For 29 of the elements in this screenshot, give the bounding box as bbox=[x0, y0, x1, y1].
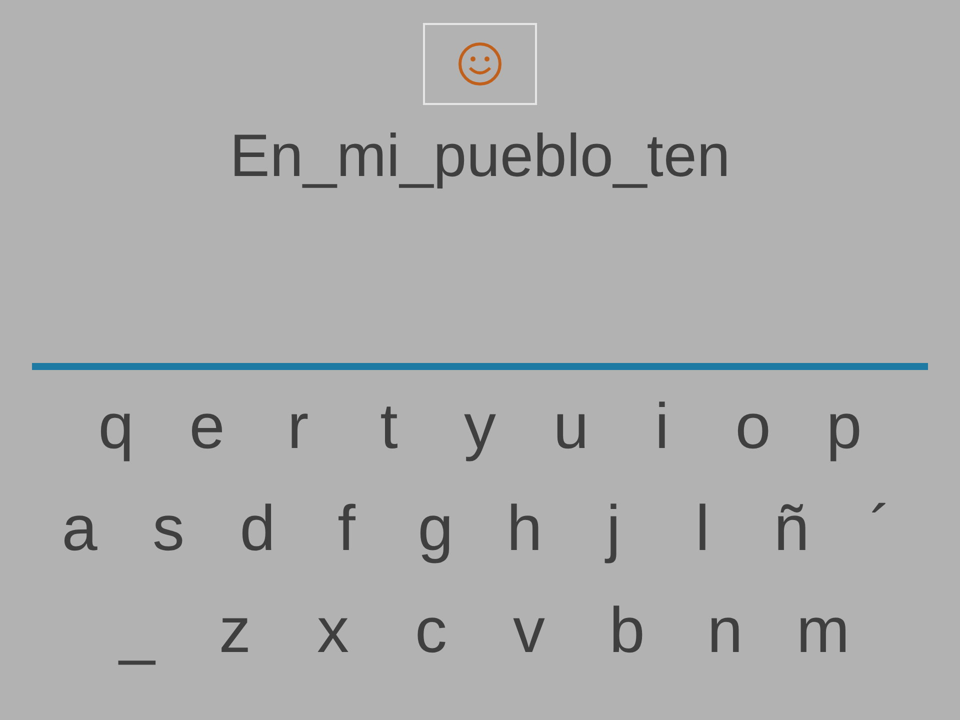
letter-key[interactable]: f bbox=[302, 494, 391, 562]
letter-key[interactable]: l bbox=[658, 494, 747, 562]
letter-key[interactable]: t bbox=[344, 392, 434, 460]
smiley-icon bbox=[456, 40, 504, 88]
letter-key[interactable]: c bbox=[382, 596, 480, 664]
letter-key[interactable]: q bbox=[70, 392, 162, 460]
letter-key[interactable]: ´ bbox=[836, 494, 925, 562]
letter-key[interactable]: y bbox=[434, 392, 526, 460]
letter-key[interactable]: s bbox=[124, 494, 213, 562]
letter-key[interactable]: u bbox=[526, 392, 616, 460]
letter-key[interactable]: r bbox=[252, 392, 344, 460]
letter-key[interactable]: _ bbox=[88, 596, 186, 664]
letter-key[interactable]: o bbox=[708, 392, 798, 460]
letter-key[interactable]: h bbox=[480, 494, 569, 562]
letter-key[interactable]: d bbox=[213, 494, 302, 562]
letter-key[interactable]: v bbox=[480, 596, 578, 664]
letter-key[interactable]: x bbox=[284, 596, 382, 664]
letter-key[interactable]: n bbox=[676, 596, 774, 664]
letter-key[interactable]: a bbox=[35, 494, 124, 562]
phrase-text: En_mi_pueblo_ten bbox=[230, 121, 730, 191]
letter-key[interactable]: i bbox=[616, 392, 708, 460]
letter-key[interactable]: b bbox=[578, 596, 676, 664]
letter-key[interactable]: e bbox=[162, 392, 252, 460]
letter-key[interactable]: ñ bbox=[747, 494, 836, 562]
letter-key[interactable]: j bbox=[569, 494, 658, 562]
letter-key[interactable]: g bbox=[391, 494, 480, 562]
letter-key[interactable]: m bbox=[774, 596, 872, 664]
letter-key[interactable]: z bbox=[186, 596, 284, 664]
letter-key[interactable]: p bbox=[798, 392, 890, 460]
